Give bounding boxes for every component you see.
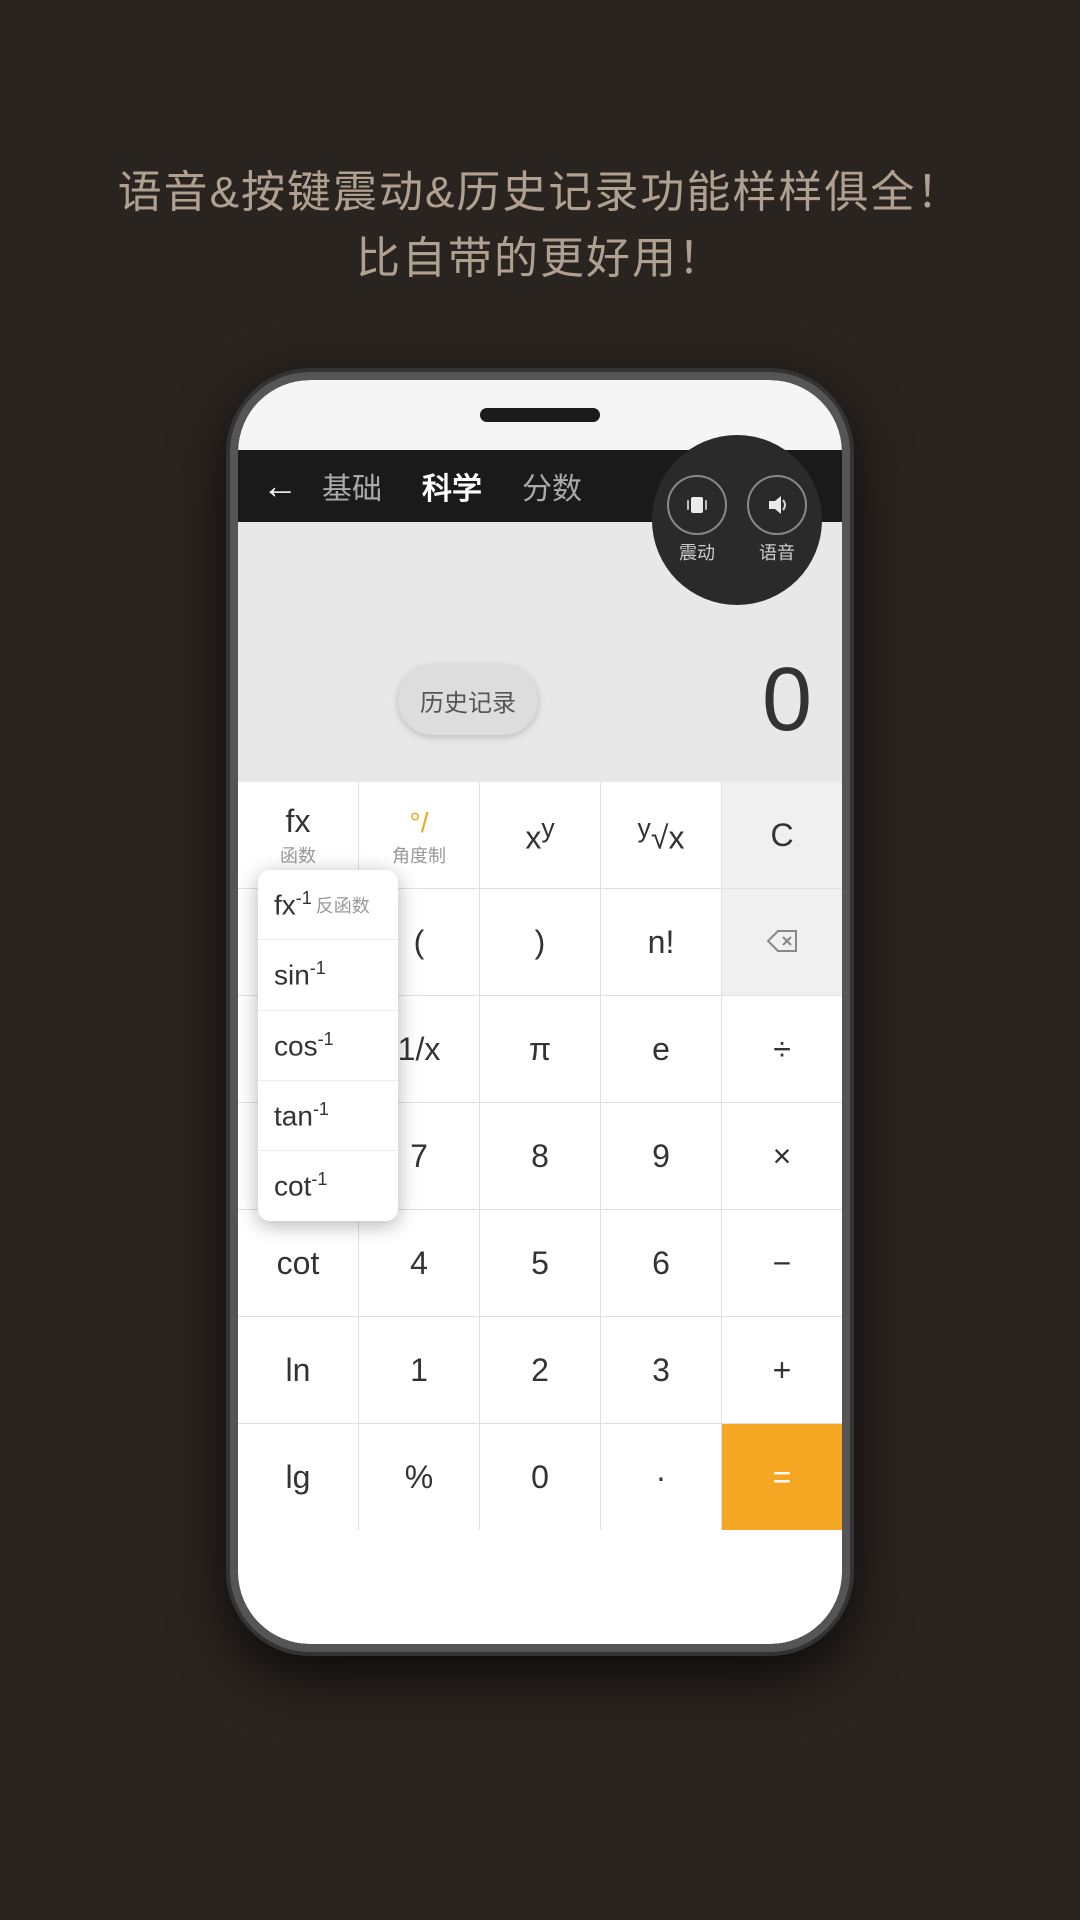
- key-row-4: cot 4 5 6 −: [238, 1210, 842, 1317]
- vibrate-icon: [667, 475, 727, 535]
- key-main-text: 4: [410, 1245, 428, 1282]
- key-main-text: fx: [286, 803, 311, 840]
- key-main-text: −: [773, 1245, 792, 1282]
- popup-item-cot[interactable]: cot-1: [258, 1151, 398, 1220]
- key-main-text: ln: [286, 1352, 311, 1389]
- phone-notch: [480, 408, 600, 422]
- key-e-2-3[interactable]: e: [601, 996, 722, 1102]
- promo-line1: 语音&按键震动&历史记录功能样样俱全！: [118, 160, 963, 226]
- popup-menu: fx-1反函数sin-1cos-1tan-1cot-1: [258, 870, 398, 1221]
- popup-item-fx[interactable]: fx-1反函数: [258, 870, 398, 940]
- key-5-4-2[interactable]: 5: [480, 1210, 601, 1316]
- key-main-text: [766, 924, 798, 961]
- key-lg-6-0[interactable]: lg: [238, 1424, 359, 1530]
- key-main-text: 3: [652, 1352, 670, 1389]
- popup-item-tan[interactable]: tan-1: [258, 1081, 398, 1151]
- key-_-6-3[interactable]: ·: [601, 1424, 722, 1530]
- voice-icon: [747, 475, 807, 535]
- key-sub-text: 函数: [280, 842, 316, 868]
- voice-label: 语音: [759, 539, 795, 565]
- key-main-text: 5: [531, 1245, 549, 1282]
- key-n_-1-3[interactable]: n!: [601, 889, 722, 995]
- key-main-text: ): [535, 924, 546, 961]
- key-_-6-1[interactable]: %: [359, 1424, 480, 1530]
- key-row-5: ln 1 2 3 +: [238, 1317, 842, 1424]
- key-_-6-4[interactable]: =: [722, 1424, 842, 1530]
- key-main-text: π: [529, 1031, 551, 1068]
- key-_-1-4[interactable]: [722, 889, 842, 995]
- key-main-text: C: [770, 817, 793, 854]
- key-main-text: n!: [648, 924, 675, 961]
- voice-button[interactable]: 语音: [747, 475, 807, 565]
- key-8-3-2[interactable]: 8: [480, 1103, 601, 1209]
- key-main-text: 2: [531, 1352, 549, 1389]
- key-main-text: 9: [652, 1138, 670, 1175]
- key-main-text: lg: [286, 1459, 311, 1496]
- key-_-3-4[interactable]: ×: [722, 1103, 842, 1209]
- popup-item-sin[interactable]: sin-1: [258, 940, 398, 1010]
- vibrate-button[interactable]: 震动: [667, 475, 727, 565]
- phone-mockup: ← 基础 科学 分数: [230, 372, 850, 1652]
- key-C-0-4[interactable]: C: [722, 782, 842, 888]
- key-main-text: ·: [656, 1459, 667, 1496]
- key-_-1-2[interactable]: ): [480, 889, 601, 995]
- display-value: 0: [762, 649, 812, 752]
- key-main-text: =: [773, 1459, 792, 1496]
- key-main-text: +: [773, 1352, 792, 1389]
- key-1-5-1[interactable]: 1: [359, 1317, 480, 1423]
- history-button[interactable]: 历史记录: [398, 665, 538, 735]
- tab-fraction[interactable]: 分数: [522, 464, 582, 508]
- key-main-text: e: [652, 1031, 670, 1068]
- key-4-4-1[interactable]: 4: [359, 1210, 480, 1316]
- key-main-text: 0: [531, 1459, 549, 1496]
- key-main-text: (: [414, 924, 425, 961]
- key-main-text: ×: [773, 1138, 792, 1175]
- popup-item-cos[interactable]: cos-1: [258, 1011, 398, 1081]
- promo-text: 语音&按键震动&历史记录功能样样俱全！ 比自带的更好用！: [118, 160, 963, 292]
- back-button[interactable]: ←: [262, 465, 298, 507]
- key-9-3-3[interactable]: 9: [601, 1103, 722, 1209]
- key-_-2-4[interactable]: ÷: [722, 996, 842, 1102]
- key-main-text: %: [405, 1459, 433, 1496]
- key-cot-4-0[interactable]: cot: [238, 1210, 359, 1316]
- key-main-text: xy: [525, 813, 554, 857]
- floating-buttons: 震动 语音: [652, 435, 822, 605]
- key-6-4-3[interactable]: 6: [601, 1210, 722, 1316]
- phone-screen: ← 基础 科学 分数: [238, 380, 842, 1644]
- key-3-5-3[interactable]: 3: [601, 1317, 722, 1423]
- key-_-5-4[interactable]: +: [722, 1317, 842, 1423]
- key-main-text: 8: [531, 1138, 549, 1175]
- key-_-2-2[interactable]: π: [480, 996, 601, 1102]
- key-x_-0-2[interactable]: xy: [480, 782, 601, 888]
- key-main-text: 1/x: [398, 1031, 441, 1068]
- key-main-text: 7: [410, 1138, 428, 1175]
- tab-science[interactable]: 科学: [422, 464, 482, 508]
- key-main-text: y√x: [638, 813, 685, 857]
- key-main-text: ÷: [773, 1031, 791, 1068]
- promo-line2: 比自带的更好用！: [118, 226, 963, 292]
- key-__x-0-3[interactable]: y√x: [601, 782, 722, 888]
- key-main-text: 1: [410, 1352, 428, 1389]
- key-main-text: 6: [652, 1245, 670, 1282]
- key-sub-text: 角度制: [392, 842, 446, 868]
- key-_-4-4[interactable]: −: [722, 1210, 842, 1316]
- key-main-text: °/: [410, 803, 429, 840]
- key-2-5-2[interactable]: 2: [480, 1317, 601, 1423]
- key-row-6: lg% 0 · =: [238, 1424, 842, 1530]
- key-main-text: cot: [277, 1245, 320, 1282]
- phone-frame: ← 基础 科学 分数: [230, 372, 850, 1652]
- tab-basic[interactable]: 基础: [322, 464, 382, 508]
- key-ln-5-0[interactable]: ln: [238, 1317, 359, 1423]
- vibrate-label: 震动: [679, 539, 715, 565]
- key-0-6-2[interactable]: 0: [480, 1424, 601, 1530]
